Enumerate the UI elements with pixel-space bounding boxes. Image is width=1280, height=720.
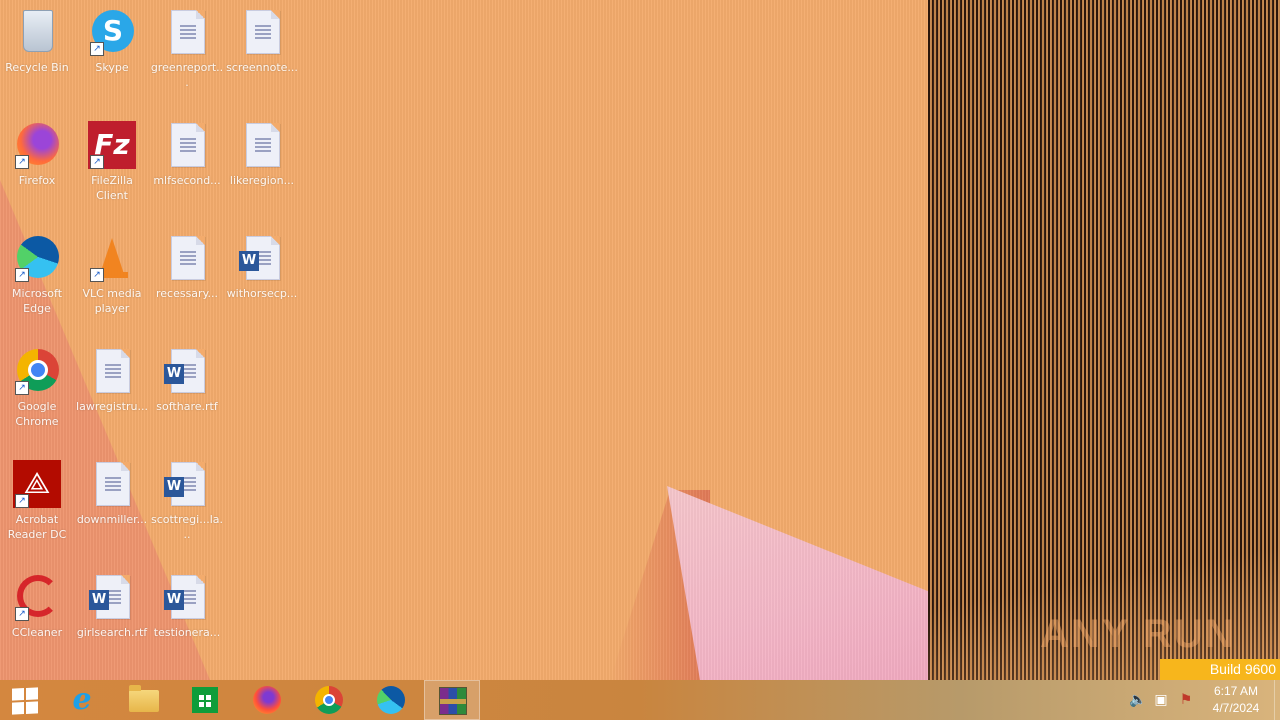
- desktop-icon-label: Firefox: [18, 174, 56, 187]
- word-document-icon: W: [164, 462, 205, 506]
- desktop-icon-mlfsecond[interactable]: mlfsecond...: [150, 113, 224, 213]
- desktop-icon-label: withorsecp...: [226, 287, 298, 300]
- desktop-icon-lawregistru[interactable]: lawregistru...: [75, 339, 149, 439]
- desktop-icon-downmiller[interactable]: downmiller...: [75, 452, 149, 552]
- document-icon: [246, 123, 280, 167]
- taskbar-edge[interactable]: [363, 680, 419, 720]
- store-icon: [192, 687, 218, 713]
- shortcut-arrow-icon: ↗: [15, 268, 29, 282]
- desktop-icon-firefox[interactable]: ↗ Firefox: [0, 113, 74, 213]
- document-icon: [246, 10, 280, 54]
- taskbar: e: [0, 680, 1280, 720]
- taskbar-firefox[interactable]: [239, 680, 295, 720]
- desktop-icon-recycle-bin[interactable]: Recycle Bin: [0, 0, 74, 100]
- desktop-icon-label: Acrobat Reader DC: [7, 513, 67, 541]
- desktop-icon-scottregi[interactable]: W scottregi...la...: [150, 452, 224, 552]
- desktop-icon-label: Skype: [95, 61, 129, 74]
- desktop-icon-softhare[interactable]: W softhare.rtf: [150, 339, 224, 439]
- taskbar-store[interactable]: [177, 680, 233, 720]
- document-icon: [96, 349, 130, 393]
- windows-logo-icon: [12, 687, 38, 715]
- speaker-icon[interactable]: 🔈: [1129, 692, 1146, 708]
- document-icon: [96, 462, 130, 506]
- desktop: Recycle Bin ↗ Firefox ↗ Microsoft Edge ↗…: [0, 0, 1280, 680]
- edge-icon: [377, 686, 405, 714]
- shortcut-arrow-icon: ↗: [90, 268, 104, 282]
- taskbar-chrome[interactable]: [301, 680, 357, 720]
- start-button[interactable]: [0, 680, 50, 720]
- recycle-bin-icon: [23, 10, 53, 52]
- desktop-icon-label: VLC media player: [82, 287, 142, 315]
- desktop-icon-label: greenreport...: [150, 61, 224, 89]
- desktop-icon-skype[interactable]: S ↗ Skype: [75, 0, 149, 100]
- desktop-icon-screennote[interactable]: screennote...: [225, 0, 299, 100]
- shortcut-arrow-icon: ↗: [15, 494, 29, 508]
- desktop-icon-likeregion[interactable]: likeregion...: [225, 113, 299, 213]
- desktop-icon-label: mlfsecond...: [153, 174, 221, 187]
- desktop-icon-label: softhare.rtf: [156, 400, 218, 413]
- desktop-icon-filezilla[interactable]: Fz ↗ FileZilla Client: [75, 113, 149, 213]
- desktop-icon-label: lawregistru...: [76, 400, 148, 413]
- document-icon: [171, 10, 205, 54]
- shortcut-arrow-icon: ↗: [15, 381, 29, 395]
- document-icon: [171, 236, 205, 280]
- taskbar-clock[interactable]: 6:17 AM 4/7/2024: [1200, 683, 1272, 717]
- desktop-icon-withorsecp[interactable]: W withorsecp...: [225, 226, 299, 326]
- desktop-icon-recessary[interactable]: recessary...: [150, 226, 224, 326]
- taskbar-winrar[interactable]: [424, 680, 480, 720]
- desktop-icon-acrobat-reader[interactable]: ⟁ ↗ Acrobat Reader DC: [0, 452, 74, 552]
- firefox-icon: [253, 686, 281, 714]
- desktop-icon-label: CCleaner: [11, 626, 63, 639]
- desktop-icon-label: Google Chrome: [15, 400, 59, 428]
- show-desktop-button[interactable]: [1274, 680, 1280, 720]
- shortcut-arrow-icon: ↗: [90, 155, 104, 169]
- word-document-icon: W: [164, 575, 205, 619]
- taskbar-file-explorer[interactable]: [115, 680, 171, 720]
- shortcut-arrow-icon: ↗: [15, 155, 29, 169]
- word-document-icon: W: [239, 236, 280, 280]
- shortcut-arrow-icon: ↗: [15, 607, 29, 621]
- clock-time: 6:17 AM: [1213, 684, 1259, 698]
- desktop-icon-label: screennote...: [226, 61, 298, 74]
- word-document-icon: W: [164, 349, 205, 393]
- desktop-icon-microsoft-edge[interactable]: ↗ Microsoft Edge: [0, 226, 74, 326]
- anyrun-watermark: ANY RUN: [1040, 612, 1236, 656]
- desktop-icon-vlc[interactable]: ↗ VLC media player: [75, 226, 149, 326]
- file-explorer-icon: [129, 685, 159, 712]
- action-center-flag-icon[interactable]: ⚑: [1178, 692, 1194, 708]
- clock-date: 4/7/2024: [1212, 701, 1260, 715]
- desktop-icon-label: likeregion...: [229, 174, 295, 187]
- build-badge: Build 9600: [1160, 659, 1280, 680]
- desktop-icon-label: girlsearch.rtf: [76, 626, 148, 639]
- desktop-icon-label: recessary...: [155, 287, 219, 300]
- striped-panel: [928, 0, 1280, 680]
- network-icon[interactable]: ▣: [1153, 692, 1169, 708]
- chrome-icon: [315, 686, 343, 714]
- winrar-icon: [439, 687, 467, 715]
- word-document-icon: W: [89, 575, 130, 619]
- desktop-icon-label: downmiller...: [76, 513, 148, 526]
- internet-explorer-icon: e: [72, 682, 92, 717]
- desktop-icon-greenreport[interactable]: greenreport...: [150, 0, 224, 100]
- desktop-icon-girlsearch[interactable]: W girlsearch.rtf: [75, 565, 149, 665]
- desktop-icon-label: testionera...: [153, 626, 221, 639]
- desktop-icon-google-chrome[interactable]: ↗ Google Chrome: [0, 339, 74, 439]
- desktop-icon-label: Microsoft Edge: [11, 287, 63, 315]
- document-icon: [171, 123, 205, 167]
- desktop-icon-label: Recycle Bin: [5, 61, 69, 74]
- desktop-icon-ccleaner[interactable]: ↗ CCleaner: [0, 565, 74, 665]
- taskbar-internet-explorer[interactable]: e: [54, 680, 110, 720]
- desktop-icon-label: FileZilla Client: [91, 174, 133, 202]
- shortcut-arrow-icon: ↗: [90, 42, 104, 56]
- desktop-icon-label: scottregi...la...: [150, 513, 223, 541]
- desktop-icon-testionera[interactable]: W testionera...: [150, 565, 224, 665]
